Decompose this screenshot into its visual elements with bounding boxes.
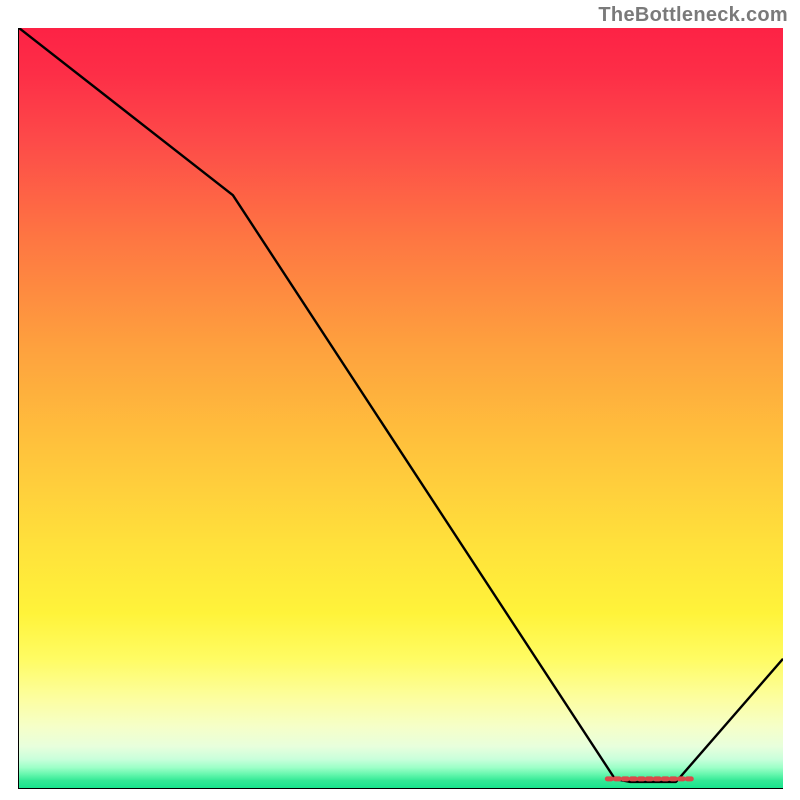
chart-container: TheBottleneck.com bbox=[0, 0, 800, 800]
plot-area bbox=[18, 28, 783, 789]
line-layer bbox=[19, 28, 783, 788]
watermark-label: TheBottleneck.com bbox=[598, 4, 788, 27]
bottleneck-curve bbox=[19, 28, 783, 782]
